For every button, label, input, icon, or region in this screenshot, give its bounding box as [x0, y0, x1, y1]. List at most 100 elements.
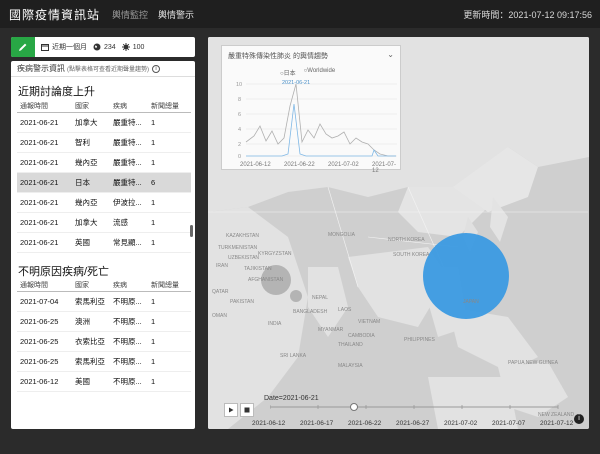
disease-alert-panel: 疾病警示資訊 (點擊表格可查看近期聲量趨勢) i 近期討論度上升 通報時間 國家…: [11, 61, 195, 429]
table-header-row: 通報時間 國家 疾病 新聞總量: [17, 279, 191, 292]
cell-date: 2021-06-25: [17, 351, 72, 372]
label-japan: JAPAN: [463, 299, 479, 305]
label-uzbekistan: UZBEKISTAN: [228, 255, 260, 261]
table-row[interactable]: 2021-06-25 索馬利亞 不明原... 1: [17, 351, 191, 372]
col-disease[interactable]: 疾病: [110, 279, 148, 292]
label-north-korea: NORTH KOREA: [388, 237, 425, 243]
cell-date: 2021-06-21: [17, 132, 72, 153]
cell-country: 加拿大: [72, 212, 110, 233]
timeline-slider[interactable]: [270, 400, 560, 414]
col-news-total[interactable]: 新聞總量: [148, 100, 191, 113]
play-button[interactable]: [224, 403, 238, 417]
calendar-icon: [41, 44, 49, 51]
label-myanmar: MYANMAR: [318, 327, 344, 333]
section-rising-discussion-title: 近期討論度上升: [18, 86, 95, 98]
virus-icon: [121, 43, 130, 51]
label-nepal: NEPAL: [312, 295, 329, 301]
table-row[interactable]: 2021-06-21 加拿大 嚴重特... 1: [17, 112, 191, 133]
col-report-time[interactable]: 通報時間: [17, 100, 72, 113]
table-row[interactable]: 2021-07-04 索馬利亞 不明原... 1: [17, 291, 191, 312]
label-vietnam: VIETNAM: [358, 319, 381, 325]
pencil-icon: [19, 43, 27, 51]
app-title[interactable]: 國際疫情資訊站: [9, 6, 100, 23]
cell-count: 1: [148, 132, 191, 153]
cell-country: 英國: [72, 232, 110, 253]
label-afghanistan: AFGHANISTAN: [248, 277, 284, 283]
ytick-0: 0: [238, 154, 241, 160]
trend-chart[interactable]: 10 8 6 4 2 0 2021-06-21: [222, 46, 402, 171]
cell-disease: 伊波拉...: [110, 192, 148, 213]
stop-button[interactable]: [240, 403, 254, 417]
cell-count: 1: [148, 291, 191, 312]
cell-country: 澳洲: [72, 311, 110, 332]
ytick-6: 6: [238, 112, 241, 118]
cell-date: 2021-06-21: [17, 212, 72, 233]
cell-country: 索馬利亞: [72, 291, 110, 312]
alert-scroll-area[interactable]: 近期討論度上升 通報時間 國家 疾病 新聞總量 2021-06-21 加拿大 嚴重特…: [11, 77, 195, 429]
label-kazakhstan: KAZAKHSTAN: [226, 233, 259, 239]
cell-date: 2021-06-25: [17, 331, 72, 352]
map-info-button[interactable]: i: [574, 414, 584, 424]
cell-count: 1: [148, 371, 191, 392]
edit-button[interactable]: [11, 37, 35, 57]
timeline-tick: 2021-06-27: [396, 420, 430, 427]
label-philippines: PHILIPPINES: [404, 337, 435, 343]
country-count[interactable]: 234: [93, 43, 116, 51]
trend-popup[interactable]: 嚴重特殊傳染性肺炎 的輿情趨勢 ⌄ 日本 Worldwide 10 8 6 4 …: [221, 45, 402, 174]
cell-count: 1: [148, 331, 191, 352]
peak-label: 2021-06-21: [282, 80, 310, 86]
cell-country: 衣索比亞: [72, 331, 110, 352]
col-report-time[interactable]: 通報時間: [17, 279, 72, 292]
label-sri-lanka: SRI LANKA: [280, 353, 307, 359]
label-oman: OMAN: [212, 313, 227, 319]
cell-disease: 不明原...: [110, 291, 148, 312]
nav-public-opinion-alert[interactable]: 輿情警示: [158, 8, 194, 21]
nav-public-opinion-monitor[interactable]: 輿情監控: [112, 8, 148, 21]
label-malaysia: MALAYSIA: [338, 363, 363, 369]
label-iran: IRAN: [216, 263, 228, 269]
cell-disease: 不明原...: [110, 311, 148, 332]
label-india: INDIA: [268, 321, 282, 327]
cell-count: 1: [148, 192, 191, 213]
cell-country: 日本: [72, 172, 110, 193]
col-news-total[interactable]: 新聞總量: [148, 279, 191, 292]
scrollbar-thumb[interactable]: [190, 225, 193, 237]
table-row[interactable]: 2021-06-12 美國 不明原... 1: [17, 371, 191, 392]
table-row[interactable]: 2021-06-21 幾內亞 嚴重特... 1: [17, 152, 191, 173]
table-row[interactable]: 2021-06-21 加拿大 流感 1: [17, 212, 191, 233]
stop-icon: [244, 407, 250, 413]
timeline-handle: [350, 403, 358, 411]
cell-disease: 不明原...: [110, 331, 148, 352]
col-country[interactable]: 國家: [72, 100, 110, 113]
table-row[interactable]: 2021-06-25 澳洲 不明原... 1: [17, 311, 191, 332]
disease-count[interactable]: 100: [121, 43, 144, 51]
timeline-tick: 2021-07-12: [540, 420, 574, 427]
table-row-selected[interactable]: 2021-06-21 日本 嚴重特... 6: [17, 172, 191, 193]
label-laos: LAOS: [338, 307, 352, 313]
col-country[interactable]: 國家: [72, 279, 110, 292]
label-turkmenistan: TURKMENISTAN: [218, 245, 258, 251]
panel-subtitle: (點擊表格可查看近期聲量趨勢): [67, 67, 149, 73]
xtick-0702: 2021-07-02: [328, 162, 359, 168]
cell-disease: 嚴重特...: [110, 132, 148, 153]
table-row[interactable]: 2021-06-21 智利 嚴重特... 1: [17, 132, 191, 153]
timeline-tick: 2021-06-17: [300, 420, 334, 427]
cell-count: 1: [148, 112, 191, 133]
label-qatar: QATAR: [212, 289, 229, 295]
table-row[interactable]: 2021-06-25 衣索比亞 不明原... 1: [17, 331, 191, 352]
table-row[interactable]: 2021-06-21 英國 常見顯... 1: [17, 232, 191, 253]
label-mongolia: MONGOLIA: [328, 232, 355, 238]
world-map[interactable]: KAZAKHSTAN MONGOLIA AFGHANISTAN PAKISTAN…: [208, 37, 589, 429]
info-icon[interactable]: i: [152, 64, 160, 73]
cell-disease: 嚴重特...: [110, 172, 148, 193]
table-row[interactable]: 2021-06-21 幾內亞 伊波拉... 1: [17, 192, 191, 213]
col-disease[interactable]: 疾病: [110, 100, 148, 113]
cell-country: 索馬利亞: [72, 351, 110, 372]
cell-count: 1: [148, 311, 191, 332]
cell-disease: 嚴重特...: [110, 112, 148, 133]
cell-disease: 不明原...: [110, 371, 148, 392]
cell-count: 1: [148, 212, 191, 233]
cell-country: 幾內亞: [72, 192, 110, 213]
period-filter[interactable]: 近期一個月: [41, 42, 87, 52]
filter-toolbar: 近期一個月 234 100: [11, 37, 195, 57]
